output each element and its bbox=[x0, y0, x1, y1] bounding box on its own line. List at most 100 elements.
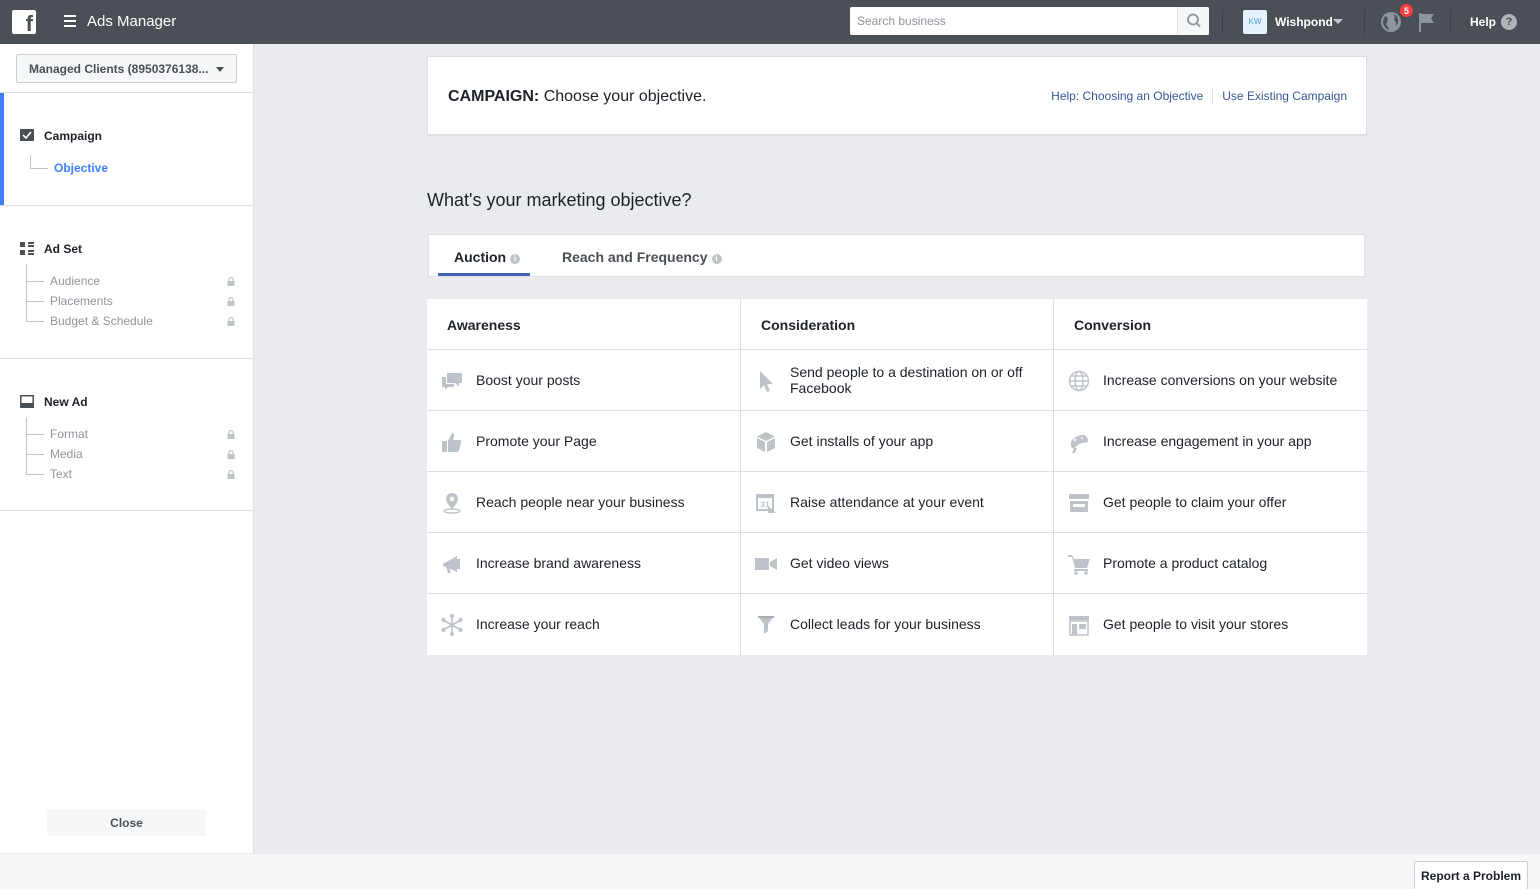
shopping-cart-icon bbox=[1068, 555, 1090, 575]
ad-set-section: Ad Set Audience Placements Budget & Sche… bbox=[0, 205, 253, 358]
info-icon[interactable]: i bbox=[510, 254, 521, 264]
facebook-logo[interactable]: f bbox=[12, 10, 36, 36]
tab-auction-label: Auction bbox=[454, 249, 507, 265]
divider bbox=[1450, 10, 1451, 34]
objective-label: Collect leads for your business bbox=[790, 616, 981, 632]
new-ad-section: New Ad Format Media Text bbox=[0, 358, 253, 511]
sidebar-item-new-ad[interactable]: New Ad bbox=[44, 395, 88, 409]
divider bbox=[1222, 10, 1223, 34]
objective-label: Promote a product catalog bbox=[1103, 555, 1268, 571]
map-pin-icon bbox=[443, 493, 461, 514]
cursor-icon bbox=[760, 371, 773, 392]
column-header: Conversion bbox=[1054, 299, 1367, 350]
report-problem-button[interactable]: Report a Problem bbox=[1414, 861, 1528, 889]
objective-lead-generation[interactable]: Collect leads for your business bbox=[741, 594, 1053, 655]
gamepad-icon bbox=[1070, 434, 1088, 453]
objective-boost-posts[interactable]: Boost your posts bbox=[427, 350, 740, 411]
header-links: Help: Choosing an Objective Use Existing… bbox=[1051, 89, 1347, 105]
objective-video-views[interactable]: Get video views bbox=[741, 533, 1053, 594]
objective-label: Raise attendance at your event bbox=[790, 494, 984, 510]
divider bbox=[1364, 10, 1365, 34]
account-caret-icon[interactable] bbox=[1333, 19, 1343, 24]
chevron-down-icon bbox=[216, 67, 224, 72]
notification-badge: 5 bbox=[1399, 3, 1414, 18]
thumbs-up-icon bbox=[442, 433, 462, 452]
objective-promote-page[interactable]: Promote your Page bbox=[427, 411, 740, 472]
objective-brand-awareness[interactable]: Increase brand awareness bbox=[427, 533, 740, 594]
sidebar-item-objective[interactable]: Objective bbox=[54, 161, 108, 175]
tab-reach-frequency-label: Reach and Frequency bbox=[562, 249, 708, 265]
flag-icon[interactable] bbox=[1416, 12, 1438, 32]
account-avatar[interactable]: KW bbox=[1243, 10, 1267, 34]
help-icon[interactable]: ? bbox=[1501, 14, 1517, 30]
objective-website-conversions[interactable]: Increase conversions on your website bbox=[1054, 350, 1367, 411]
objective-label: Increase brand awareness bbox=[476, 555, 641, 571]
sidebar-item-media[interactable]: Media bbox=[50, 447, 83, 461]
lock-icon bbox=[227, 317, 235, 326]
search-icon bbox=[1187, 13, 1201, 28]
page-title-text: Choose your objective. bbox=[539, 88, 707, 105]
sidebar-item-budget-schedule[interactable]: Budget & Schedule bbox=[50, 314, 153, 328]
awareness-heading: Awareness bbox=[447, 317, 521, 333]
consideration-heading: Consideration bbox=[761, 317, 856, 333]
column-header: Awareness bbox=[427, 299, 740, 350]
sidebar-item-audience[interactable]: Audience bbox=[50, 274, 100, 288]
buying-type-tabs: Auction i Reach and Frequency i bbox=[428, 234, 1365, 277]
close-button[interactable]: Close bbox=[47, 809, 206, 836]
top-navigation-bar: f Ads Manager KW Wishpond 5 Help ? bbox=[0, 0, 1540, 44]
use-existing-campaign-link[interactable]: Use Existing Campaign bbox=[1222, 89, 1347, 105]
account-name[interactable]: Wishpond bbox=[1275, 15, 1333, 29]
objective-increase-reach[interactable]: Increase your reach bbox=[427, 594, 740, 655]
search-business-input[interactable] bbox=[850, 7, 1176, 35]
megaphone-icon bbox=[443, 556, 460, 573]
help-choosing-objective-link[interactable]: Help: Choosing an Objective bbox=[1051, 89, 1203, 105]
tab-auction[interactable]: Auction i bbox=[454, 249, 521, 265]
globe-notifications-icon[interactable] bbox=[1380, 11, 1402, 33]
video-camera-icon bbox=[755, 558, 777, 570]
sidebar: Managed Clients (8950376138... Campaign … bbox=[0, 44, 254, 853]
footer-bar bbox=[0, 853, 1540, 889]
objective-label: Get installs of your app bbox=[790, 433, 934, 449]
objective-label: Boost your posts bbox=[476, 372, 581, 388]
sidebar-item-ad-set[interactable]: Ad Set bbox=[44, 242, 82, 256]
store-icon bbox=[1069, 494, 1089, 512]
objective-product-catalog[interactable]: Promote a product catalog bbox=[1054, 533, 1367, 594]
calendar-icon: 31 bbox=[756, 494, 776, 513]
menu-icon[interactable] bbox=[64, 15, 76, 27]
objective-label: Send people to a destination on or off F… bbox=[790, 364, 1023, 396]
lock-icon bbox=[227, 297, 235, 306]
campaign-section: Campaign Objective bbox=[0, 92, 253, 205]
objective-label: Get video views bbox=[790, 555, 889, 571]
tab-reach-and-frequency[interactable]: Reach and Frequency i bbox=[562, 249, 722, 265]
sidebar-item-placements[interactable]: Placements bbox=[50, 294, 113, 308]
objective-label: Increase engagement in your app bbox=[1103, 433, 1312, 449]
speech-bubbles-icon bbox=[442, 373, 462, 390]
ad-set-grid-icon bbox=[20, 242, 34, 255]
lock-icon bbox=[227, 450, 235, 459]
objective-offer-claims[interactable]: Get people to claim your offer bbox=[1054, 472, 1367, 533]
sidebar-item-format[interactable]: Format bbox=[50, 427, 88, 441]
objective-label: Get people to visit your stores bbox=[1103, 616, 1289, 632]
objective-event-responses[interactable]: 31 Raise attendance at your event bbox=[741, 472, 1053, 533]
objective-reach-nearby[interactable]: Reach people near your business bbox=[427, 472, 740, 533]
globe-icon bbox=[1068, 370, 1090, 392]
lock-icon bbox=[227, 470, 235, 479]
awareness-column: Awareness Boost your posts Promote your … bbox=[427, 299, 740, 655]
info-icon[interactable]: i bbox=[711, 254, 722, 264]
sidebar-item-campaign[interactable]: Campaign bbox=[44, 129, 102, 143]
facebook-logo-glyph: f bbox=[25, 11, 33, 36]
objective-grid: Awareness Boost your posts Promote your … bbox=[427, 299, 1367, 655]
search-button[interactable] bbox=[1177, 7, 1209, 35]
campaign-header-card: CAMPAIGN: Choose your objective. Help: C… bbox=[427, 56, 1367, 136]
objective-label: Reach people near your business bbox=[476, 494, 685, 510]
objective-traffic[interactable]: Send people to a destination on or off F… bbox=[741, 350, 1053, 411]
managed-clients-dropdown[interactable]: Managed Clients (8950376138... bbox=[16, 54, 237, 83]
objective-app-engagement[interactable]: Increase engagement in your app bbox=[1054, 411, 1367, 472]
objective-label: Promote your Page bbox=[476, 433, 597, 449]
box-icon bbox=[757, 432, 775, 452]
sidebar-item-text[interactable]: Text bbox=[50, 467, 72, 481]
help-link[interactable]: Help bbox=[1470, 15, 1496, 29]
objective-store-visits[interactable]: Get people to visit your stores bbox=[1054, 594, 1367, 655]
app-title[interactable]: Ads Manager bbox=[87, 13, 176, 30]
objective-app-installs[interactable]: Get installs of your app bbox=[741, 411, 1053, 472]
